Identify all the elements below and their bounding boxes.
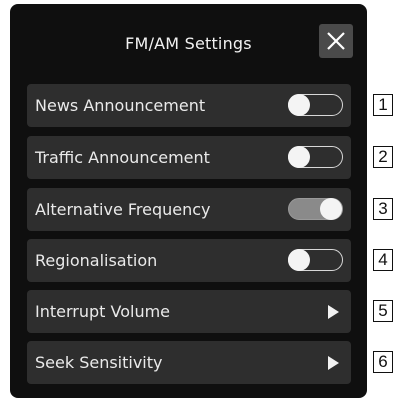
callout-number: 4 — [373, 249, 393, 271]
setting-label: Interrupt Volume — [35, 302, 171, 321]
setting-row-seek-sensitivity[interactable]: Seek Sensitivity — [27, 341, 351, 384]
regionalisation-toggle[interactable] — [287, 248, 343, 271]
alternative-frequency-toggle[interactable] — [288, 197, 343, 220]
toggle-knob — [287, 145, 310, 168]
setting-row-regionalisation[interactable]: Regionalisation — [27, 239, 351, 282]
news-announcement-toggle[interactable] — [287, 93, 343, 116]
setting-label: Regionalisation — [35, 251, 158, 270]
callout-number: 6 — [373, 351, 393, 373]
callout-number: 3 — [373, 198, 393, 220]
setting-label: Traffic Announcement — [35, 148, 210, 167]
dialog-title: FM/AM Settings — [125, 34, 252, 53]
setting-label: Alternative Frequency — [35, 200, 211, 219]
setting-row-traffic-announcement[interactable]: Traffic Announcement — [27, 136, 351, 179]
setting-label: News Announcement — [35, 96, 206, 115]
close-button[interactable] — [319, 24, 353, 58]
setting-row-news-announcement[interactable]: News Announcement — [27, 84, 351, 127]
traffic-announcement-toggle[interactable] — [287, 145, 343, 168]
callout-number: 1 — [373, 94, 393, 116]
setting-row-alternative-frequency[interactable]: Alternative Frequency — [27, 188, 351, 231]
fm-am-settings-dialog: FM/AM Settings News Announcement Traffic… — [10, 4, 367, 398]
callout-number: 2 — [373, 146, 393, 168]
close-icon — [327, 32, 345, 50]
callout-number: 5 — [373, 300, 393, 322]
setting-label: Seek Sensitivity — [35, 353, 163, 372]
toggle-knob — [319, 197, 342, 220]
toggle-knob — [287, 93, 310, 116]
chevron-right-icon — [328, 356, 339, 370]
setting-row-interrupt-volume[interactable]: Interrupt Volume — [27, 290, 351, 333]
toggle-knob — [287, 248, 310, 271]
chevron-right-icon — [328, 305, 339, 319]
